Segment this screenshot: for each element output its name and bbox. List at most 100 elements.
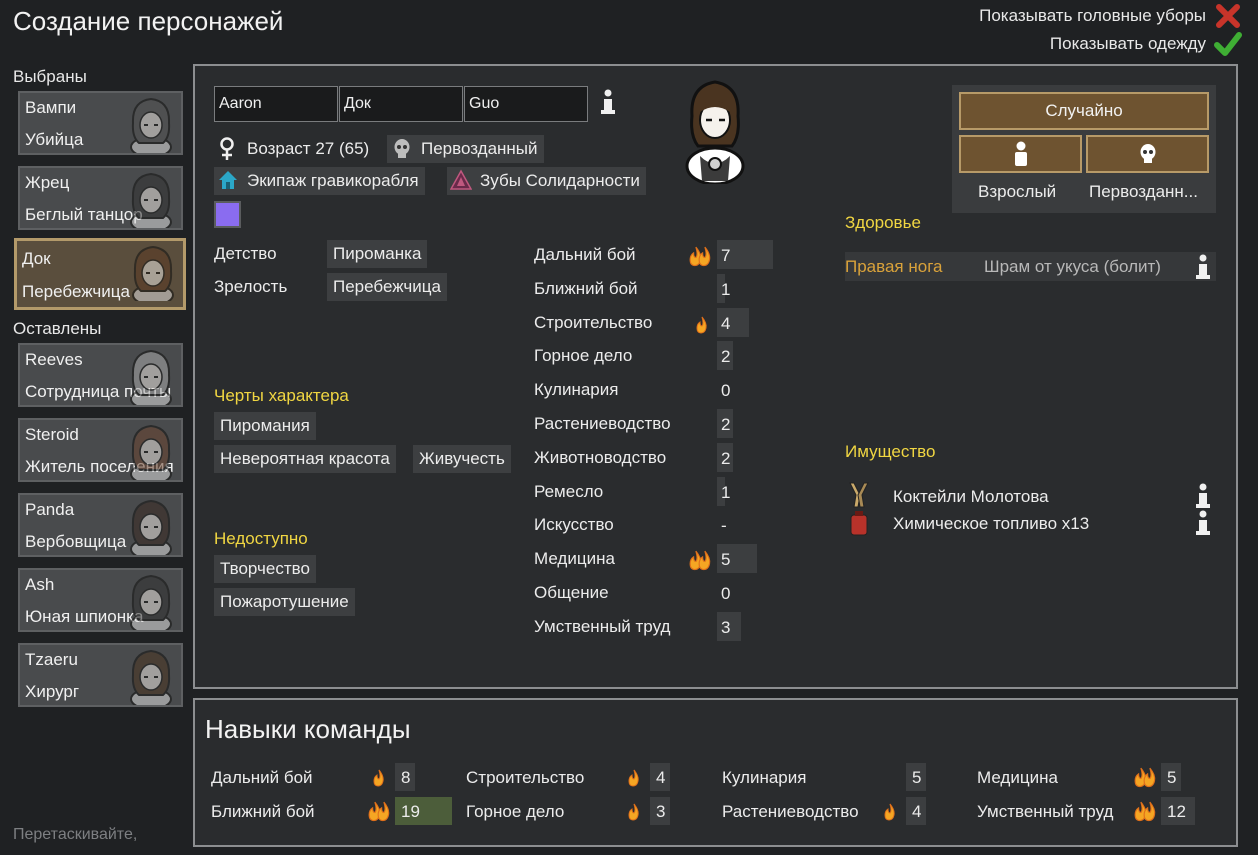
last-name-input[interactable] [464,86,588,122]
disabled-title: Недоступно [214,529,308,548]
pawn-card-role: Перебежчица [22,282,130,301]
pawn-card[interactable]: Жрец Беглый танцор [18,166,183,230]
team-skill-value: 12 [1161,797,1195,825]
xenotype-button[interactable] [1086,135,1209,173]
team-skill-value: 4 [906,797,926,825]
skill-name: Кулинария [534,380,619,400]
trait-chip[interactable]: Живучесть [413,445,511,473]
adulthood-chip[interactable]: Перебежчица [327,273,447,301]
trait-chip[interactable]: Невероятная красота [214,445,396,473]
team-skill-value: 3 [650,797,670,825]
pawn-card[interactable]: Док Перебежчица [14,238,186,310]
xenotype-icon [394,139,410,158]
pawn-card-name: Reeves [25,350,83,369]
skill-value: 2 [721,448,731,468]
info-icon[interactable] [599,89,617,115]
skill-value: 1 [721,482,731,502]
info-icon[interactable] [1194,254,1212,280]
checkmark-icon[interactable] [1214,30,1242,58]
pawn-card-role: Убийца [25,130,84,149]
favorite-color-swatch[interactable] [214,201,241,228]
ideo-chip[interactable]: Зубы Солидарности [447,167,646,195]
injury-label: Шрам от укуса (болит) [984,257,1161,276]
pawn-card-role: Хирург [25,682,80,701]
skill-value: 0 [721,381,731,401]
faction-chip[interactable]: Экипаж гравикорабля [214,167,425,195]
adulthood-label: Зрелость [214,277,288,296]
skill-value: 4 [721,313,731,333]
pawn-thumbnail [130,499,172,555]
trait-chip[interactable]: Пиромания [214,412,316,440]
pawn-card-name: Док [22,249,51,268]
team-skill-name: Умственный труд [977,802,1114,821]
health-title: Здоровье [845,213,921,232]
pawn-card[interactable]: Steroid Житель поселения [18,418,183,482]
female-icon [220,137,234,160]
pawn-thumbnail [130,424,172,480]
skill-name: Дальний бой [534,245,636,264]
passion-flame-icon [1134,801,1156,822]
skill-name: Общение [534,583,609,602]
skill-name: Ближний бой [534,278,638,298]
pawn-card-name: Вампи [25,98,77,117]
show-clothes-toggle[interactable]: Показывать одежду [1050,34,1206,54]
skill-value: 7 [721,246,731,265]
show-clothes-label: Показывать одежду [1049,34,1206,53]
pawn-thumbnail [130,172,172,228]
passion-flame-icon [368,801,390,822]
team-title: Навыки команды [205,714,411,744]
pawn-card[interactable]: Panda Вербовщица [18,493,183,557]
skill-name: Ремесло [534,481,604,501]
body-part-label: Правая нога [845,257,943,276]
passion-flame-icon [628,803,639,821]
chosen-label: Выбраны [13,67,87,86]
team-skill-name: Кулинария [722,768,807,787]
dev-stage-label: Взрослый [978,182,1057,201]
molotov-icon [849,482,869,508]
age-label[interactable]: Возраст 27 (65) [247,139,369,159]
pawn-card-name: Ash [25,575,55,594]
chemfuel-icon [850,511,868,536]
pawn-portrait [685,80,745,184]
info-icon[interactable] [1194,510,1212,536]
xenotype-label: Первозданный [421,139,538,158]
faction-house-icon [219,171,237,189]
pawn-card[interactable]: Вампи Убийца [18,91,183,155]
passion-flame-icon [373,769,384,787]
team-skill-value: 5 [906,763,926,791]
pawn-card[interactable]: Tzaeru Хирург [18,643,183,707]
passion-flame-icon [696,316,707,334]
passion-flame-icon [884,803,895,821]
info-icon[interactable] [1194,483,1212,509]
pawn-thumbnail [130,649,172,705]
skill-name: Умственный труд [534,616,671,636]
nick-name-input[interactable] [339,86,463,122]
item-label: Химическое топливо x13 [893,514,1090,533]
dev-stage-button[interactable] [959,135,1082,173]
pawn-card[interactable]: Reeves Сотрудница почты [18,343,183,407]
skill-name: Животноводство [534,447,667,467]
adult-icon [1014,141,1027,166]
skill-name: Строительство [534,312,653,332]
skill-value: 2 [721,415,731,434]
team-skill-value: 19 [395,797,452,825]
passion-flame-icon [1134,767,1156,788]
pawn-card-name: Steroid [25,425,79,444]
pawn-card-name: Panda [25,500,75,519]
pawn-card-role: Вербовщица [25,532,127,551]
first-name-input[interactable] [214,86,338,122]
show-headgear-toggle[interactable]: Показывать головные уборы [979,6,1206,26]
passion-flame-icon [689,550,711,571]
childhood-chip[interactable]: Пироманка [327,240,428,268]
page-title: Создание персонажей [13,6,284,36]
pawn-card-name: Жрец [25,173,70,192]
cross-icon[interactable] [1214,2,1242,30]
faction-label: Экипаж гравикорабля [247,171,419,190]
show-headgear-label: Показывать головные уборы [979,6,1206,25]
pawn-card[interactable]: Ash Юная шпионка [18,568,183,632]
skill-name: Горное дело [534,346,633,366]
team-skill-name: Растениеводство [722,802,859,821]
pawn-thumbnail [132,245,174,301]
randomize-button[interactable]: Случайно [959,92,1209,130]
randomize-label: Случайно [1045,101,1123,120]
